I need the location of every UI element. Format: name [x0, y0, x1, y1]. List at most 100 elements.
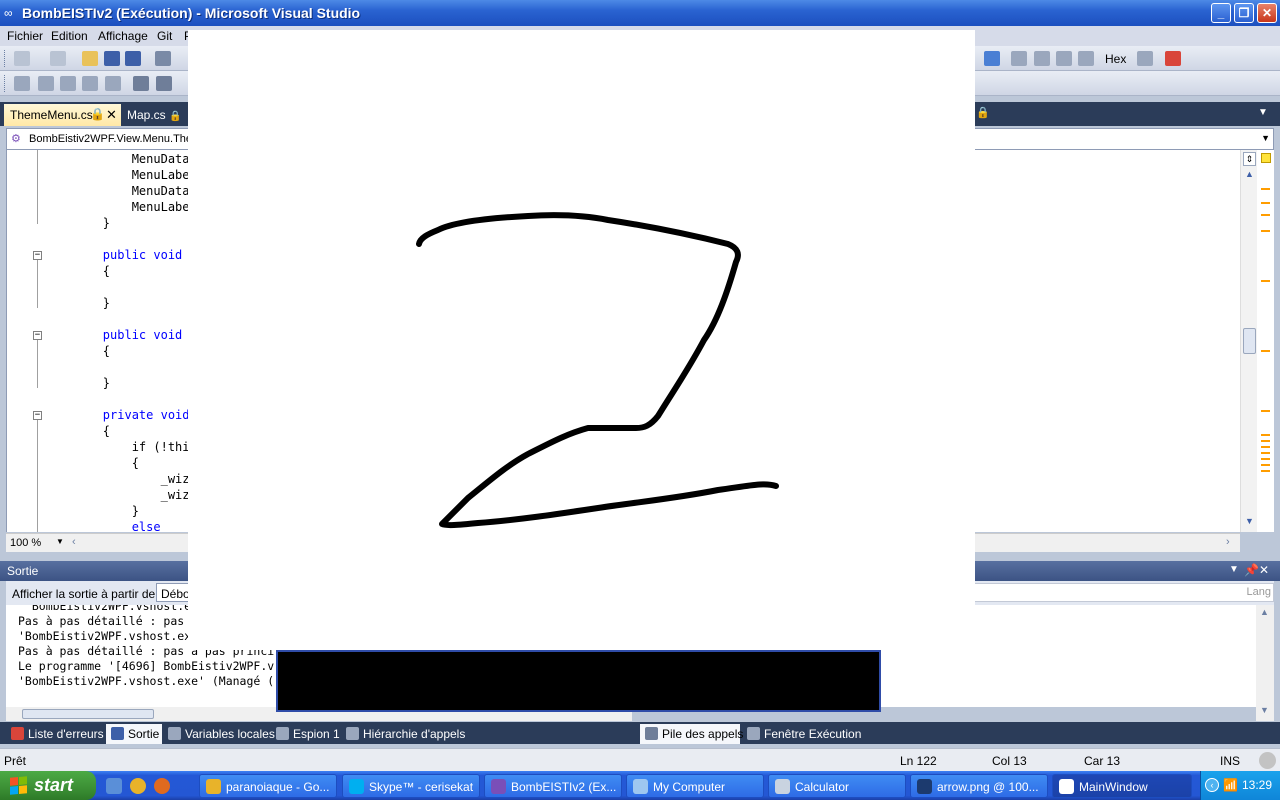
drawing-canvas[interactable] [188, 30, 975, 650]
marker[interactable] [1261, 452, 1270, 454]
toolbar-grip[interactable] [4, 75, 7, 92]
menu-edition[interactable]: Edition [51, 29, 88, 43]
toolbar-grip[interactable] [4, 50, 7, 67]
visual-studio-icon [491, 779, 506, 794]
maximize-button[interactable]: ❐ [1234, 3, 1254, 23]
taskbar-item-photoshop[interactable]: arrow.png @ 100... [910, 774, 1048, 798]
tab-locals[interactable]: Variables locales [163, 724, 279, 744]
add-item-icon[interactable] [50, 51, 66, 66]
save-icon[interactable] [104, 51, 120, 66]
step-into-icon[interactable] [1034, 51, 1050, 66]
windows-logo-icon [10, 776, 27, 795]
tab-call-hierarchy[interactable]: Hiérarchie d'appels [341, 724, 469, 744]
step-over-icon[interactable] [1056, 51, 1072, 66]
scroll-down-icon[interactable]: ▼ [1243, 516, 1256, 530]
marker[interactable] [1261, 280, 1270, 282]
save-all-icon[interactable] [125, 51, 141, 66]
firefox-quicklaunch-icon[interactable] [154, 778, 170, 794]
taskbar-item-skype[interactable]: Skype™ - cerisekat [342, 774, 480, 798]
resize-grip-icon[interactable] [1259, 752, 1276, 769]
tab-thememenu[interactable]: ThemeMenu.cs 🔒 ✕ [4, 104, 121, 126]
tab-label: Liste d'erreurs [28, 727, 104, 741]
tab-watch[interactable]: Espion 1 [271, 724, 344, 744]
step-out-icon[interactable] [1078, 51, 1094, 66]
scroll-thumb[interactable] [1243, 328, 1256, 354]
chevron-down-icon[interactable]: ▼ [1261, 133, 1270, 143]
marker[interactable] [1261, 188, 1270, 190]
tray-expand-icon[interactable]: ‹ [1205, 778, 1219, 792]
marker[interactable] [1261, 434, 1270, 436]
show-desktop-icon[interactable] [106, 778, 122, 794]
menu-fichier[interactable]: Fichier [7, 29, 43, 43]
close-tab-icon[interactable]: ✕ [106, 107, 117, 123]
tab-immediate-window[interactable]: Fenêtre Exécution [742, 724, 865, 744]
editor-vertical-scrollbar[interactable]: ⇕ ▲ ▼ [1240, 150, 1257, 532]
tab-output[interactable]: Sortie [106, 724, 162, 744]
marker[interactable] [1261, 230, 1270, 232]
tab-map[interactable]: Map.cs 🔒 [121, 104, 187, 126]
tab-error-list[interactable]: Liste d'erreurs [6, 724, 108, 744]
indent-icon[interactable] [156, 76, 172, 91]
collapse-toggle[interactable]: − [33, 411, 42, 420]
scroll-down-icon[interactable]: ▼ [1260, 705, 1269, 715]
step-icon[interactable] [1011, 51, 1027, 66]
debug-window-icon[interactable] [984, 51, 1000, 66]
quick-info-icon[interactable] [82, 76, 98, 91]
marker[interactable] [1261, 446, 1270, 448]
marker[interactable] [1261, 410, 1270, 412]
marker[interactable] [1261, 350, 1270, 352]
taskbar-item-my-computer[interactable]: My Computer [626, 774, 764, 798]
close-button[interactable]: ✕ [1257, 3, 1277, 23]
marker[interactable] [1261, 458, 1270, 460]
scroll-up-icon[interactable]: ▲ [1260, 607, 1269, 617]
tool-window-tabs: Liste d'erreurs Sortie Variables locales… [0, 722, 1280, 744]
new-project-icon[interactable] [14, 51, 30, 66]
marker[interactable] [1261, 202, 1270, 204]
panel-menu-icon[interactable]: ▼ [1229, 564, 1239, 575]
output-vertical-scrollbar[interactable]: ▲ ▼ [1256, 605, 1274, 721]
object-browser-icon[interactable] [14, 76, 30, 91]
breakpoint-settings-icon[interactable] [1137, 51, 1153, 66]
scroll-left-icon[interactable]: ‹ [72, 536, 76, 548]
menu-affichage[interactable]: Affichage [98, 29, 148, 43]
breakpoint-icon[interactable] [1165, 51, 1181, 66]
taskbar-item-chrome[interactable]: paranoiaque - Go... [199, 774, 337, 798]
tab-call-stack[interactable]: Pile des appels [640, 724, 743, 744]
split-handle-icon[interactable]: ⇕ [1243, 152, 1256, 166]
cut-icon[interactable] [155, 51, 171, 66]
output-filter-box[interactable]: Lang [972, 583, 1274, 602]
marker[interactable] [1261, 470, 1270, 472]
tab-dropdown-icon[interactable]: ▼ [1258, 107, 1268, 118]
clock[interactable]: 13:29 [1242, 778, 1272, 792]
start-button[interactable]: start [0, 771, 96, 800]
scroll-thumb[interactable] [22, 709, 154, 719]
collapse-toggle[interactable]: − [33, 331, 42, 340]
warning-marker-icon[interactable] [1261, 153, 1271, 163]
pin-icon[interactable]: 📌 [1244, 563, 1259, 577]
marker[interactable] [1261, 464, 1270, 466]
member-list-icon[interactable] [38, 76, 54, 91]
chrome-quicklaunch-icon[interactable] [130, 778, 146, 794]
taskbar-item-visual-studio[interactable]: BombEISTIv2 (Ex... [484, 774, 622, 798]
taskbar-item-mainwindow[interactable]: MainWindow [1052, 774, 1192, 798]
marker[interactable] [1261, 214, 1270, 216]
outdent-icon[interactable] [133, 76, 149, 91]
parameter-info-icon[interactable] [60, 76, 76, 91]
zoom-dropdown-icon[interactable]: ▼ [56, 537, 64, 546]
menu-git[interactable]: Git [157, 29, 172, 43]
zoom-level[interactable]: 100 % [10, 537, 41, 549]
marker[interactable] [1261, 440, 1270, 442]
scroll-up-icon[interactable]: ▲ [1243, 169, 1256, 183]
mainwindow-canvas[interactable] [188, 30, 975, 650]
collapse-toggle[interactable]: − [33, 251, 42, 260]
hex-toggle[interactable]: Hex [1105, 52, 1126, 66]
window-title: BombEISTIv2 (Exécution) - Microsoft Visu… [22, 5, 361, 21]
taskbar-item-calculator[interactable]: Calculator [768, 774, 906, 798]
scroll-right-icon[interactable]: › [1226, 536, 1230, 548]
open-file-icon[interactable] [82, 51, 98, 66]
locals-icon [168, 727, 181, 740]
network-icon[interactable]: 📶 [1223, 778, 1238, 792]
complete-word-icon[interactable] [105, 76, 121, 91]
close-icon[interactable]: ✕ [1259, 563, 1269, 577]
minimize-button[interactable]: _ [1211, 3, 1231, 23]
